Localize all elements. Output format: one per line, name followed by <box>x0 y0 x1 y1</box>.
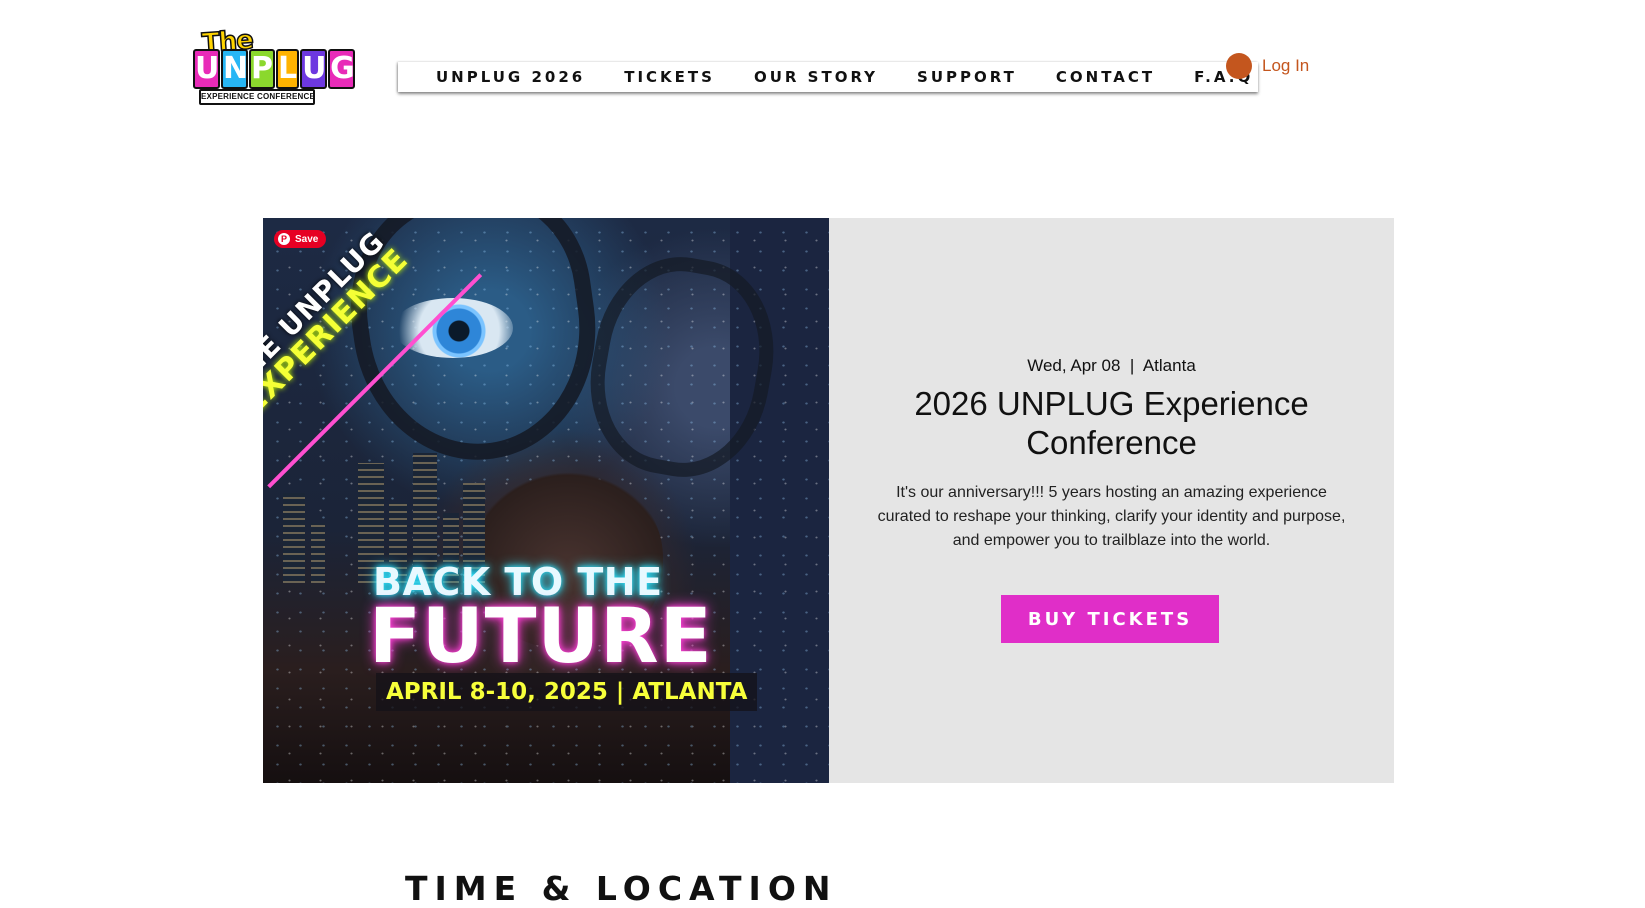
logo-letter: P <box>249 49 275 89</box>
login-label: Log In <box>1262 56 1310 75</box>
buy-tickets-button[interactable]: BUY TICKETS <box>1001 595 1219 643</box>
event-description: It's our anniversary!!! 5 years hosting … <box>877 484 1346 549</box>
event-location: Atlanta <box>1142 356 1196 375</box>
meta-separator: | <box>1129 356 1135 375</box>
logo-subtitle: EXPERIENCE CONFERENCE <box>199 89 315 105</box>
pinterest-save-button[interactable]: P Save <box>274 230 327 248</box>
nav-item-unplug-2026[interactable]: UNPLUG 2026 <box>436 68 585 86</box>
event-title: 2026 UNPLUG Experience Conference <box>914 385 1309 461</box>
nav-item-support[interactable]: SUPPORT <box>917 68 1017 86</box>
unplug-logo[interactable]: The UNPLUG EXPERIENCE CONFERENCE <box>193 25 356 105</box>
time-location-heading: TIME & LOCATION <box>405 869 838 908</box>
logo-letter: N <box>221 49 248 89</box>
poster-date-location: APRIL 8-10, 2025 | ATLANTA <box>376 673 758 711</box>
event-hero: THE UNPLUG EXPERIENCE P Save BACK TO THE… <box>263 218 1394 783</box>
login-button[interactable]: Log In <box>1226 52 1309 80</box>
logo-letter: L <box>276 49 300 89</box>
poster-title: FUTURE <box>369 591 713 680</box>
logo-letter: G <box>328 49 356 89</box>
nav-item-contact[interactable]: CONTACT <box>1056 68 1155 86</box>
event-info-panel: Wed, Apr 08 | Atlanta 2026 UNPLUG Experi… <box>829 218 1394 783</box>
event-date: Wed, Apr 08 <box>1027 356 1121 375</box>
pinterest-icon: P <box>278 233 290 245</box>
logo-letter: U <box>300 49 328 89</box>
logo-wordmark: UNPLUG <box>193 49 356 89</box>
event-date-location: Wed, Apr 08 | Atlanta <box>829 356 1394 376</box>
nav-item-our-story[interactable]: OUR STORY <box>754 68 878 86</box>
user-avatar-icon <box>1226 53 1252 79</box>
save-label: Save <box>295 233 319 245</box>
logo-letter: U <box>193 49 220 89</box>
event-poster-image: THE UNPLUG EXPERIENCE P Save BACK TO THE… <box>263 218 829 783</box>
nav-item-tickets[interactable]: TICKETS <box>624 68 715 86</box>
main-navigation: UNPLUG 2026 TICKETS OUR STORY SUPPORT CO… <box>398 62 1258 92</box>
